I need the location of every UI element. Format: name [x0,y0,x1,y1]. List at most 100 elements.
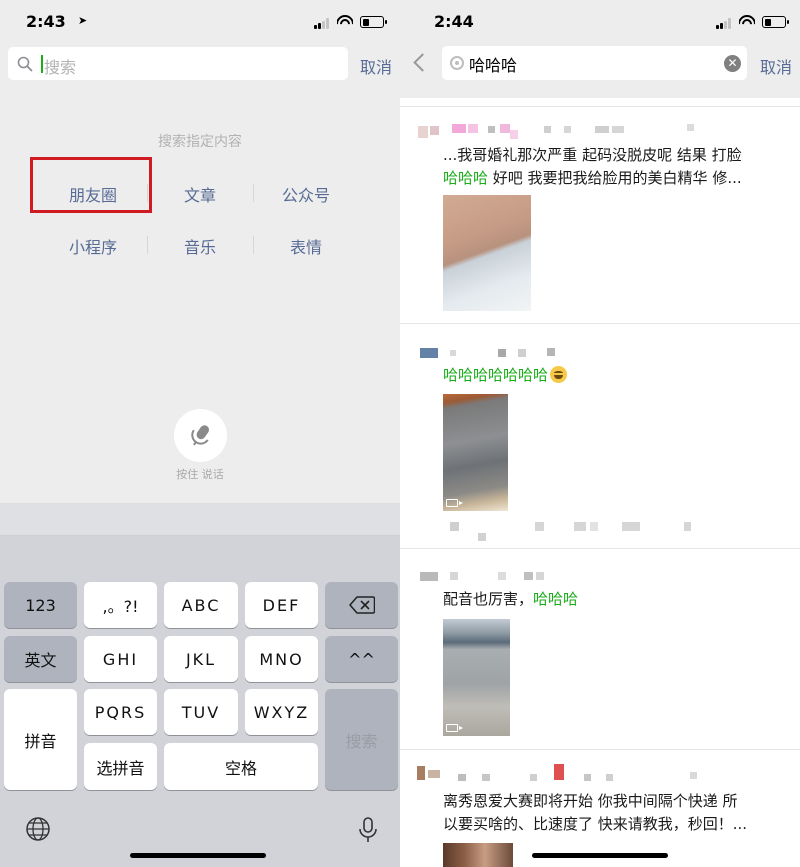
result-text: 离秀恩爱大赛即将开始 你我中间隔个快递 所 以要买啥的、比速度了 快来请教我，秒… [443,790,747,836]
status-time: 2:43 [26,12,66,31]
clear-search-icon[interactable]: ✕ [724,55,741,72]
cancel-button[interactable]: 取消 [360,54,392,78]
key-jkl[interactable]: JKL [164,636,238,682]
backspace-key[interactable] [325,582,398,628]
signal-icon [314,18,331,29]
blurred-name [498,349,506,357]
home-indicator [130,853,266,858]
blurred-name [500,124,510,133]
key-123[interactable]: 123 [4,582,77,628]
search-results-screen: 2:44 哈哈哈 ✕ 取消 ...我哥婚礼那次严重 起码没脱皮呢 结果 打脸 哈… [400,0,800,867]
avatar [428,770,440,778]
blurred-name [687,124,694,131]
voice-input-button[interactable] [174,409,227,462]
scope-official-accounts[interactable]: 公众号 [253,182,359,206]
key-def[interactable]: DEF [245,582,318,628]
blurred-name [544,126,551,133]
annotation-highlight-box [30,157,152,213]
video-icon [446,499,463,507]
result-text-line: 以要买啥的、比速度了 快来请教我，秒回！... [443,815,748,833]
scope-mini-programs[interactable]: 小程序 [40,234,146,258]
avatar [420,348,438,358]
blurred-text [622,522,640,531]
voice-input-label: 按住 说话 [176,468,224,481]
key-wxyz[interactable]: WXYZ [245,689,318,735]
status-bar: 2:44 [400,0,800,44]
search-query: 哈哈哈 [469,56,518,75]
search-input[interactable]: 哈哈哈 ✕ [442,46,747,80]
search-placeholder: 搜索 [44,58,77,77]
blurred-name [584,774,591,781]
avatar [418,126,428,138]
backspace-icon [348,596,375,614]
search-settings-icon[interactable] [450,56,464,70]
blurred-name [606,774,613,781]
keyword-highlight: 哈哈哈 [443,169,489,187]
blurred-name [690,772,697,779]
result-text-prefix: 配音也厉害， [443,590,534,608]
key-search[interactable]: 搜索 [325,689,398,790]
status-bar: 2:43 ➤ [0,0,400,44]
blurred-text [535,522,544,531]
key-pqrs[interactable]: PQRS [84,689,157,735]
text-cursor [41,55,43,73]
result-photo[interactable] [443,843,513,867]
home-indicator [532,853,668,858]
blurred-name [430,126,439,135]
blurred-name [482,774,490,781]
screenshot-root: 2:43 ➤ 搜索 取消 搜索指定内容 朋友圈 文章 公众号 小程序 音乐 表情… [0,0,800,867]
result-video-thumbnail[interactable] [443,394,508,511]
video-icon [446,724,463,732]
cancel-button[interactable]: 取消 [760,54,792,78]
blurred-name [612,126,624,133]
key-punctuation[interactable]: ,。?! [84,582,157,628]
scope-stickers[interactable]: 表情 [253,234,359,258]
search-input[interactable]: 搜索 [8,47,348,80]
result-video-thumbnail[interactable] [443,619,510,736]
search-home-screen: 2:43 ➤ 搜索 取消 搜索指定内容 朋友圈 文章 公众号 小程序 音乐 表情… [0,0,400,867]
wifi-icon [337,15,353,27]
scope-music[interactable]: 音乐 [147,234,253,258]
result-text: 配音也厉害，哈哈哈 [443,588,578,611]
key-mno[interactable]: MNO [245,636,318,682]
divider [400,106,800,107]
key-tuv[interactable]: TUV [164,689,238,735]
result-text: 哈哈哈哈哈哈哈 [443,364,568,387]
keyword-highlight: 哈哈哈 [533,590,579,608]
blurred-name [458,774,466,781]
globe-icon[interactable] [25,816,51,842]
blurred-name [488,126,495,133]
blurred-name [536,572,544,580]
blurred-name [595,126,609,133]
key-space[interactable]: 空格 [164,743,318,790]
key-english[interactable]: 英文 [4,636,77,682]
blurred-name [450,572,458,580]
back-chevron-icon[interactable] [413,53,432,72]
avatar [420,572,438,581]
results-header: 2:44 哈哈哈 ✕ 取消 [400,0,800,98]
result-text: ...我哥婚礼那次严重 起码没脱皮呢 结果 打脸 哈哈哈 好吧 我要把我给脸用的… [443,144,742,190]
blurred-name [510,130,518,139]
blurred-text [684,522,691,531]
key-pinyin[interactable]: 拼音 [4,689,77,790]
search-icon [17,56,33,72]
result-photo[interactable] [443,195,531,311]
key-caret[interactable]: ^^ [325,636,398,682]
divider [400,323,800,324]
blurred-name [564,126,571,133]
scope-articles[interactable]: 文章 [147,182,253,206]
key-abc[interactable]: ABC [164,582,238,628]
wifi-icon [739,15,755,27]
key-select-pinyin[interactable]: 选拼音 [84,743,157,790]
microphone-icon [191,425,210,446]
dictation-mic-icon[interactable] [358,816,378,844]
key-ghi[interactable]: GHI [84,636,157,682]
signal-icon [716,18,733,29]
result-text-rest: 好吧 我要把我给脸用的美白精华 修... [488,169,742,187]
blurred-text [478,533,486,541]
blurred-text [450,522,459,531]
avatar [417,766,425,780]
blurred-name [518,349,526,357]
blurred-name [547,348,555,356]
keyboard: 123 ,。?! ABC DEF 英文 GHI JKL MNO ^^ 拼音 PQ… [0,503,400,867]
